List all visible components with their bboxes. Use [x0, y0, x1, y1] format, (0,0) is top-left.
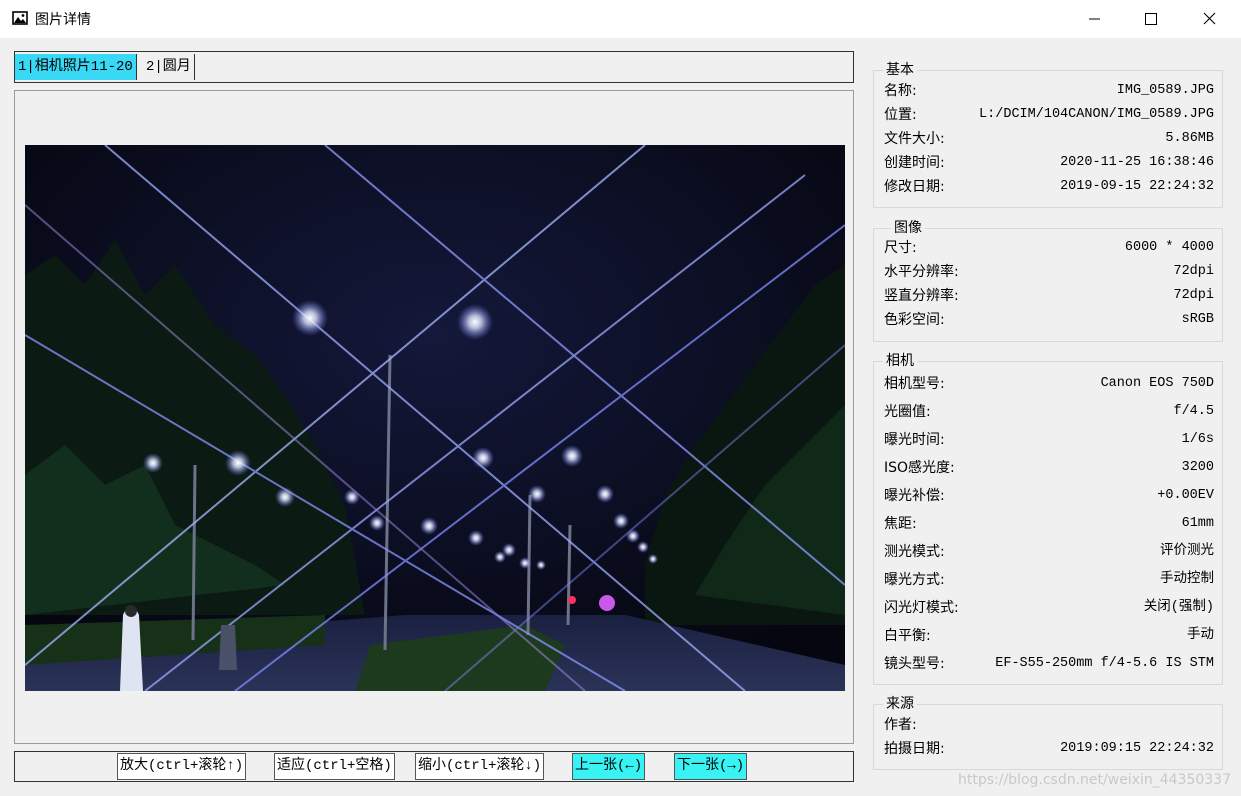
- info-row-aperture: 光圈值: f/4.5: [884, 402, 1214, 422]
- info-row-white-balance: 白平衡: 手动: [884, 626, 1214, 646]
- image-viewer[interactable]: [14, 90, 854, 744]
- info-label: 尺寸:: [884, 240, 917, 256]
- info-value: IMG_0589.JPG: [1116, 83, 1214, 98]
- fit-button[interactable]: 适应(ctrl+空格): [274, 753, 395, 780]
- info-value: L:/DCIM/104CANON/IMG_0589.JPG: [979, 107, 1214, 122]
- info-row-exposure-program: 曝光方式: 手动控制: [884, 570, 1214, 590]
- info-label: 创建时间:: [884, 155, 945, 171]
- info-label: 闪光灯模式:: [884, 600, 959, 616]
- info-label: 曝光方式:: [884, 572, 945, 588]
- info-value: 61mm: [1181, 516, 1214, 531]
- info-row-camera-model: 相机型号: Canon EOS 750D: [884, 374, 1214, 394]
- info-label: 色彩空间:: [884, 312, 945, 328]
- info-row-metering-mode: 测光模式: 评价测光: [884, 542, 1214, 562]
- toolbar: 放大(ctrl+滚轮↑) 适应(ctrl+空格) 缩小(ctrl+滚轮↓) 上一…: [14, 751, 854, 782]
- close-icon: [1203, 12, 1216, 25]
- info-value: 72dpi: [1173, 288, 1214, 303]
- minimize-icon: [1089, 18, 1100, 20]
- night-street-photo: [25, 145, 845, 691]
- info-label: 白平衡:: [884, 628, 931, 644]
- info-row-author: 作者:: [884, 715, 1214, 735]
- info-row-h-resolution: 水平分辨率: 72dpi: [884, 262, 1214, 282]
- info-label: 水平分辨率:: [884, 264, 959, 280]
- info-value: Canon EOS 750D: [1100, 376, 1214, 391]
- info-value: 2019:09:15 22:24:32: [1060, 741, 1214, 756]
- info-value: 5.86MB: [1165, 131, 1214, 146]
- tab-full-moon[interactable]: 2|圆月: [143, 54, 195, 80]
- info-row-v-resolution: 竖直分辨率: 72dpi: [884, 286, 1214, 306]
- image-info-group: 图像 尺寸: 6000 * 4000 水平分辨率: 72dpi 竖直分辨率: 7…: [873, 219, 1223, 342]
- info-row-iso: ISO感光度: 3200: [884, 458, 1214, 478]
- info-label: 拍摄日期:: [884, 741, 945, 757]
- close-button[interactable]: [1180, 0, 1238, 38]
- info-label: ISO感光度:: [884, 460, 955, 476]
- title-bar: 图片详情: [0, 0, 1241, 38]
- info-label: 曝光补偿:: [884, 488, 945, 504]
- info-row-focal-length: 焦距: 61mm: [884, 514, 1214, 534]
- watermark: https://blog.csdn.net/weixin_44350337: [957, 772, 1231, 788]
- group-title-camera: 相机: [883, 352, 917, 370]
- info-row-color-space: 色彩空间: sRGB: [884, 310, 1214, 330]
- info-row-location: 位置: L:/DCIM/104CANON/IMG_0589.JPG: [884, 105, 1214, 125]
- camera-info-group: 相机 相机型号: Canon EOS 750D 光圈值: f/4.5 曝光时间:…: [873, 352, 1223, 685]
- info-label: 测光模式:: [884, 544, 945, 560]
- group-title-basic: 基本: [883, 61, 917, 79]
- info-row-exposure-time: 曝光时间: 1/6s: [884, 430, 1214, 450]
- maximize-icon: [1145, 13, 1157, 25]
- info-row-name: 名称: IMG_0589.JPG: [884, 81, 1214, 101]
- info-label: 曝光时间:: [884, 432, 945, 448]
- info-value: 2019-09-15 22:24:32: [1060, 179, 1214, 194]
- basic-info-group: 基本 名称: IMG_0589.JPG 位置: L:/DCIM/104CANON…: [873, 61, 1223, 208]
- next-image-button[interactable]: 下一张(→): [674, 753, 748, 780]
- info-label: 修改日期:: [884, 179, 945, 195]
- info-label: 光圈值:: [884, 404, 931, 420]
- previous-image-button[interactable]: 上一张(←): [572, 753, 646, 780]
- info-value: 关闭(强制): [1143, 600, 1214, 615]
- info-value: 评价测光: [1160, 544, 1214, 559]
- info-label: 焦距:: [884, 516, 917, 532]
- info-row-capture-date: 拍摄日期: 2019:09:15 22:24:32: [884, 739, 1214, 759]
- info-label: 相机型号:: [884, 376, 945, 392]
- info-label: 文件大小:: [884, 131, 945, 147]
- window-title: 图片详情: [35, 12, 91, 28]
- source-info-group: 来源 作者: 拍摄日期: 2019:09:15 22:24:32: [873, 695, 1223, 770]
- info-row-created: 创建时间: 2020-11-25 16:38:46: [884, 153, 1214, 173]
- info-value: 手动控制: [1160, 572, 1214, 587]
- info-value: 6000 * 4000: [1124, 240, 1214, 255]
- info-value: +0.00EV: [1157, 488, 1214, 503]
- info-value: 手动: [1187, 628, 1214, 643]
- picture-icon: [12, 11, 28, 25]
- zoom-in-button[interactable]: 放大(ctrl+滚轮↑): [117, 753, 247, 780]
- info-value: sRGB: [1181, 312, 1214, 327]
- info-row-lens-model: 镜头型号: EF-S55-250mm f/4-5.6 IS STM: [884, 654, 1214, 674]
- info-value: 72dpi: [1173, 264, 1214, 279]
- tab-camera-photos[interactable]: 1|相机照片11-20: [15, 54, 137, 80]
- zoom-out-button[interactable]: 缩小(ctrl+滚轮↓): [415, 753, 545, 780]
- info-label: 竖直分辨率:: [884, 288, 959, 304]
- info-value: 3200: [1181, 460, 1214, 475]
- info-value: 1/6s: [1181, 432, 1214, 447]
- tab-bar: 1|相机照片11-20 2|圆月: [14, 51, 854, 83]
- info-row-modified: 修改日期: 2019-09-15 22:24:32: [884, 177, 1214, 197]
- info-row-dimensions: 尺寸: 6000 * 4000: [884, 238, 1214, 258]
- info-row-exposure-bias: 曝光补偿: +0.00EV: [884, 486, 1214, 506]
- info-label: 作者:: [884, 717, 917, 733]
- info-label: 镜头型号:: [884, 656, 945, 672]
- info-label: 位置:: [884, 107, 917, 123]
- info-value: EF-S55-250mm f/4-5.6 IS STM: [995, 656, 1214, 671]
- info-row-flash-mode: 闪光灯模式: 关闭(强制): [884, 598, 1214, 618]
- info-row-file-size: 文件大小: 5.86MB: [884, 129, 1214, 149]
- group-title-image: 图像: [891, 219, 925, 237]
- group-title-source: 来源: [883, 695, 917, 713]
- minimize-button[interactable]: [1065, 0, 1123, 38]
- info-label: 名称:: [884, 83, 917, 99]
- maximize-button[interactable]: [1122, 0, 1180, 38]
- info-value: 2020-11-25 16:38:46: [1060, 155, 1214, 170]
- info-value: f/4.5: [1173, 404, 1214, 419]
